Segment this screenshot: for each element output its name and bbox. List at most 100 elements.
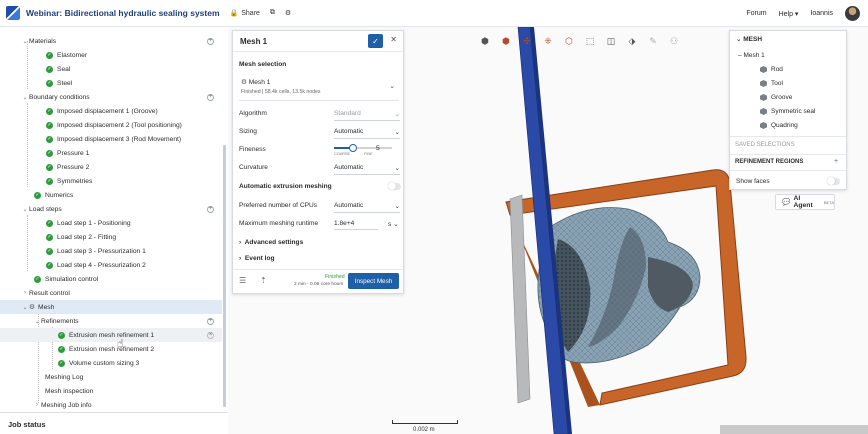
tree-meshing-job-info[interactable]: › Meshing Job info — [0, 398, 222, 411]
check-icon: ✓ — [46, 79, 53, 87]
tree-materials[interactable]: ⌄ Materials + — [0, 34, 222, 48]
tree-item[interactable]: ✓ Load step 2 - Fitting — [0, 230, 222, 244]
tree-numerics[interactable]: ✓ Numerics — [0, 188, 222, 202]
status-strip — [720, 425, 868, 434]
tree-item[interactable]: ✓ Pressure 2 — [0, 160, 222, 174]
saved-selections-header[interactable]: SAVED SELECTIONS — [735, 142, 851, 148]
fineness-slider-handle[interactable] — [349, 144, 357, 152]
close-icon[interactable]: ✕ — [390, 35, 397, 44]
view-cube-icon[interactable]: ⬢ — [478, 35, 492, 47]
tree-item[interactable]: ✓ Extrusion mesh refinement 1 × — [0, 328, 222, 342]
sizing-select[interactable]: Automatic ⌄ — [334, 128, 400, 139]
tree-item[interactable]: ✓ Imposed displacement 2 (Tool positionin… — [0, 118, 222, 132]
tree-item[interactable]: ✓ Extrusion mesh refinement 2 — [0, 342, 222, 356]
measure-icon[interactable]: ⬗ — [625, 35, 639, 47]
ai-agent-button[interactable]: 💬 AI Agent BETA — [775, 194, 835, 210]
copy-link-button[interactable]: ⧉ — [270, 9, 275, 17]
tree-load-steps[interactable]: ⌄ Load steps + — [0, 202, 222, 216]
show-faces-toggle[interactable] — [827, 177, 840, 185]
caret-down-icon[interactable]: ⌄ — [21, 38, 29, 45]
auto-extrusion-label: Automatic extrusion meshing — [239, 183, 332, 190]
tree-result-control[interactable]: › Result control — [0, 286, 222, 300]
runtime-value: 1.8e+4 — [334, 220, 355, 227]
algorithm-value: Standard — [334, 110, 361, 117]
mesh-header[interactable]: ⌄ MESH — [736, 35, 852, 44]
caret-down-icon[interactable]: ⌄ — [21, 206, 29, 213]
runtime-unit-select[interactable]: s ⌄ — [388, 220, 399, 228]
add-icon[interactable]: + — [207, 37, 214, 45]
runtime-input[interactable]: 1.8e+4 — [334, 220, 378, 230]
advanced-label: Advanced settings — [244, 239, 304, 246]
auto-extrusion-toggle[interactable] — [388, 182, 401, 190]
curvature-select[interactable]: Automatic ⌄ — [334, 164, 400, 175]
add-icon[interactable]: + — [207, 317, 214, 325]
scene-item-tool[interactable]: Tool — [760, 80, 868, 87]
tree-item[interactable]: ✓ Elastomer — [0, 48, 222, 62]
caret-down-icon[interactable]: ⌄ — [21, 94, 29, 101]
tree-mesh-inspection[interactable]: Mesh inspection — [0, 384, 222, 398]
tree-label: Refinements — [41, 317, 79, 325]
help-menu[interactable]: Help ▾ — [779, 10, 799, 18]
advanced-settings-toggle[interactable]: › Advanced settings — [239, 239, 303, 246]
algorithm-select[interactable]: Standard ⌄ — [334, 110, 400, 121]
share-button[interactable]: 🔒 Share — [230, 9, 260, 18]
tree-item[interactable]: ✓ Imposed displacement 3 (Rod Movement) — [0, 132, 222, 146]
caret-right-icon[interactable]: › — [21, 290, 29, 296]
caret-right-icon[interactable]: › — [33, 402, 41, 408]
simscale-logo-icon[interactable] — [6, 6, 20, 20]
tree-item[interactable]: ✓ Pressure 1 — [0, 146, 222, 160]
face-select-icon[interactable]: ✣ — [520, 35, 534, 47]
scene-item-rod[interactable]: Rod — [760, 66, 868, 73]
tree-simulation-control[interactable]: ✓ Simulation control — [0, 272, 222, 286]
remove-icon[interactable]: × — [207, 331, 214, 339]
tree-item[interactable]: ✓ Load step 4 - Pressurization 2 — [0, 258, 222, 272]
check-icon: ✓ — [46, 163, 53, 171]
add-icon[interactable]: + — [834, 158, 838, 165]
tree-item[interactable]: ✓ Imposed displacement 1 (Groove) — [0, 104, 222, 118]
tree-item[interactable]: ✓ Symmetries — [0, 174, 222, 188]
cpus-label: Preferred number of CPUs — [239, 202, 318, 209]
caret-down-icon[interactable]: ⌄ — [33, 318, 41, 325]
chevron-right-icon: › — [239, 255, 242, 262]
settings-button[interactable]: ⚙ — [285, 9, 291, 17]
scene-item-mesh1[interactable]: – Mesh 1 — [738, 52, 854, 59]
confirm-button[interactable]: ✓ — [368, 34, 383, 48]
list-icon[interactable]: ☰ — [239, 276, 246, 285]
user-name[interactable]: Ioannis — [810, 10, 833, 17]
tree-boundary-conditions[interactable]: ⌄ Boundary conditions + — [0, 90, 222, 104]
tree-item[interactable]: ✓ Seal — [0, 62, 222, 76]
caret-down-icon[interactable]: ⌄ — [21, 304, 29, 311]
wrench-icon[interactable]: ✎ — [646, 35, 660, 47]
mesh-selection-dropdown[interactable]: ⚙ Mesh 1 Finished | 58.4k cells, 13.5k n… — [239, 75, 399, 101]
scene-item-groove[interactable]: Groove — [760, 94, 868, 101]
tree-item[interactable]: ✓ Load step 1 - Positioning — [0, 216, 222, 230]
sizing-value: Automatic — [334, 128, 364, 135]
people-icon[interactable]: ⚇ — [667, 35, 681, 47]
add-icon[interactable]: + — [207, 93, 214, 101]
avatar[interactable] — [845, 6, 860, 21]
tree-item[interactable]: ✓ Volume custom sizing 3 — [0, 356, 222, 370]
edge-select-icon[interactable]: ⁜ — [541, 35, 555, 47]
event-log-toggle[interactable]: › Event log — [239, 255, 275, 262]
inspect-mesh-button[interactable]: Inspect Mesh — [348, 273, 399, 289]
runtime-unit: s — [388, 221, 392, 228]
tree-item[interactable]: ✓ Steel — [0, 76, 222, 90]
tree-mesh[interactable]: ⌄ ⚙ Mesh — [0, 300, 222, 314]
cpus-select[interactable]: Automatic ⌄ — [334, 202, 400, 213]
tree-refinements[interactable]: ⌄ Refinements + — [0, 314, 222, 328]
tree-item[interactable]: ✓ Load step 3 - Pressurization 1 — [0, 244, 222, 258]
section-icon[interactable]: ◫ — [604, 35, 618, 47]
fineness-value[interactable]: 5 — [376, 145, 380, 152]
share-label: Share — [241, 9, 260, 17]
volume-select-icon[interactable]: ⬡ — [562, 35, 576, 47]
part-select-icon[interactable]: ⬢ — [499, 35, 513, 47]
tree-meshing-log[interactable]: Meshing Log — [0, 370, 222, 384]
add-icon[interactable]: + — [207, 205, 214, 213]
upload-icon[interactable]: ⇡ — [260, 276, 267, 285]
job-status-header[interactable]: Job status — [0, 412, 228, 434]
scene-item-quadring[interactable]: Quadring — [760, 122, 868, 129]
forum-link[interactable]: Forum — [746, 10, 766, 17]
box-select-icon[interactable]: ⬚ — [583, 35, 597, 47]
scene-item-symmetric-seal[interactable]: Symmetric seal — [760, 108, 868, 115]
tree-scrollbar[interactable] — [223, 145, 226, 407]
